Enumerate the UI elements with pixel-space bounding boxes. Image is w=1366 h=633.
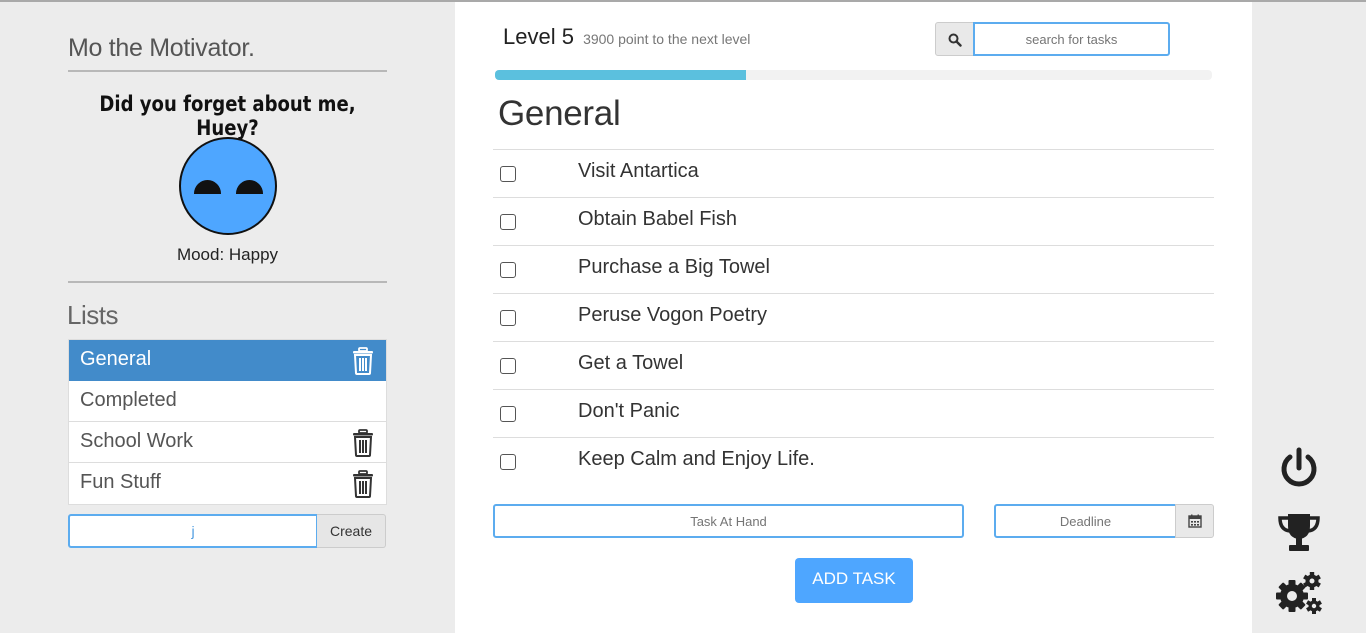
new-list-form: Create	[68, 514, 386, 548]
list-item-label: School Work	[80, 430, 194, 452]
list-item-fun-stuff[interactable]: Fun Stuff	[69, 463, 386, 504]
list-item-general[interactable]: General	[69, 340, 386, 381]
task-at-hand-input[interactable]	[493, 504, 964, 538]
list-item-label: Fun Stuff	[80, 471, 161, 493]
points-to-next-level: 3900 point to the next level	[583, 31, 751, 47]
calendar-button[interactable]	[1175, 504, 1214, 538]
list-item-label: Completed	[80, 389, 177, 411]
task-row: Peruse Vogon Poetry	[493, 293, 1214, 341]
right-eye	[236, 180, 263, 194]
task-row: Visit Antartica	[493, 149, 1214, 197]
right-rail	[1252, 2, 1366, 633]
task-checkbox[interactable]	[500, 262, 516, 278]
task-checkbox[interactable]	[500, 358, 516, 374]
add-task-button[interactable]: ADD TASK	[795, 558, 913, 603]
trash-icon[interactable]	[351, 429, 375, 457]
level-label: Level 5	[503, 24, 574, 49]
task-row: Get a Towel	[493, 341, 1214, 389]
task-checkbox[interactable]	[500, 214, 516, 230]
task-checkbox[interactable]	[500, 406, 516, 422]
task-checkbox[interactable]	[500, 310, 516, 326]
level-display: Level 5 3900 point to the next level	[503, 24, 750, 50]
task-text: Get a Towel	[578, 352, 684, 374]
list-heading: General	[498, 94, 621, 133]
search-button[interactable]	[935, 22, 974, 56]
search-input[interactable]	[973, 22, 1170, 56]
search-icon	[948, 33, 962, 47]
divider	[68, 281, 387, 283]
list-item-school-work[interactable]: School Work	[69, 422, 386, 463]
trophy-icon[interactable]	[1276, 510, 1322, 556]
task-checkbox[interactable]	[500, 454, 516, 470]
main-panel: Level 5 3900 point to the next level Gen…	[455, 2, 1252, 633]
task-text: Peruse Vogon Poetry	[578, 304, 768, 326]
mo-message: Did you forget about me, Huey?	[99, 92, 356, 140]
task-list: Visit Antartica Obtain Babel Fish Purcha…	[493, 149, 1214, 485]
task-row: Don't Panic	[493, 389, 1214, 437]
calendar-icon	[1188, 514, 1202, 528]
trash-icon[interactable]	[351, 470, 375, 498]
task-text: Visit Antartica	[578, 160, 699, 182]
left-eye	[194, 180, 221, 194]
task-text: Obtain Babel Fish	[578, 208, 737, 230]
task-row: Purchase a Big Towel	[493, 245, 1214, 293]
mo-face-avatar	[179, 137, 277, 235]
level-progress-bar	[495, 70, 1212, 80]
task-text: Keep Calm and Enjoy Life.	[578, 448, 815, 470]
lists-title: Lists	[67, 300, 118, 330]
task-text: Purchase a Big Towel	[578, 256, 770, 278]
task-text: Don't Panic	[578, 400, 680, 422]
divider	[68, 70, 387, 72]
list-group: General Completed School Work Fun Stuff	[68, 339, 387, 505]
brand-title: Mo the Motivator.	[68, 34, 255, 62]
deadline-input[interactable]	[994, 504, 1177, 538]
task-checkbox[interactable]	[500, 166, 516, 182]
gears-icon[interactable]	[1276, 570, 1322, 616]
list-item-completed[interactable]: Completed	[69, 381, 386, 422]
trash-icon[interactable]	[351, 347, 375, 375]
power-icon[interactable]	[1276, 446, 1322, 492]
task-row: Keep Calm and Enjoy Life.	[493, 437, 1214, 485]
new-list-input[interactable]	[68, 514, 318, 548]
level-progress-fill	[495, 70, 746, 80]
task-row: Obtain Babel Fish	[493, 197, 1214, 245]
create-list-button[interactable]: Create	[317, 514, 386, 548]
mood-label: Mood: Happy	[176, 245, 279, 264]
sidebar: Mo the Motivator. Did you forget about m…	[0, 2, 455, 633]
list-item-label: General	[80, 348, 152, 370]
